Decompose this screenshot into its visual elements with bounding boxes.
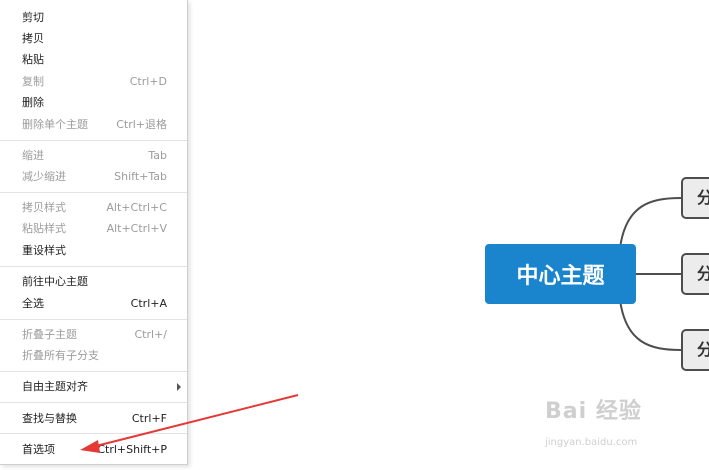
watermark-url: jingyan.baidu.com: [545, 437, 638, 448]
subtopic-1[interactable]: 分: [681, 177, 709, 219]
baidu-watermark: Bai 经验 jingyan.baidu.com: [545, 393, 709, 470]
subtopic-3[interactable]: 分: [681, 329, 709, 371]
subtopic-2[interactable]: 分: [681, 253, 709, 295]
red-annotation-arrow-icon: [80, 394, 299, 453]
watermark-brand: Bai 经验: [545, 399, 642, 424]
central-topic[interactable]: 中心主题: [485, 244, 636, 304]
